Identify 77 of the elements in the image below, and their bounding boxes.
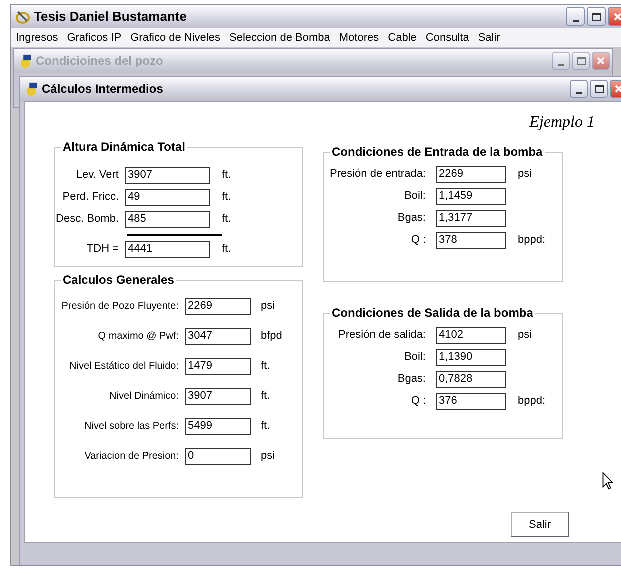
input-field[interactable]: 5499	[185, 418, 251, 434]
window-title: Condicioines del pozo	[36, 54, 164, 68]
unit-label: psi	[518, 329, 532, 341]
input-field[interactable]: 3047	[185, 328, 251, 344]
close-icon	[612, 12, 621, 22]
input-field[interactable]: 3907	[125, 166, 210, 184]
input-field[interactable]: 378	[436, 232, 506, 248]
field-label: Nivel Dinámico:	[108, 390, 180, 402]
form-icon	[18, 54, 33, 68]
field-label: Variacion de Presion:	[84, 450, 180, 462]
field-label: Presión de entrada:	[328, 168, 427, 180]
input-field[interactable]: 1479	[185, 358, 251, 374]
input-field[interactable]: 0,7828	[436, 370, 506, 388]
group-title: Condiciones de Salida de la bomba	[331, 306, 534, 320]
field-label: Bgas:	[396, 212, 427, 224]
menu-item[interactable]: Salir	[478, 32, 500, 44]
unit-label: ft.	[261, 390, 270, 402]
group-title: Condiciones de Entrada de la bomba	[331, 145, 544, 159]
unit-label: ft.	[222, 243, 232, 255]
input-field[interactable]: 0	[185, 448, 251, 464]
group-title: Calculos Generales	[62, 273, 176, 287]
unit-label: bppd:	[518, 234, 546, 246]
input-field[interactable]: 49	[125, 188, 210, 206]
minimize-button[interactable]	[566, 7, 585, 26]
input-field[interactable]: 1,1390	[436, 348, 506, 366]
window-title: Cálculos Intermedios	[42, 82, 164, 96]
input-field[interactable]: 2269	[436, 166, 506, 182]
window-title: Tesis Daniel Bustamante	[34, 9, 187, 24]
unit-label: ft.	[222, 169, 232, 181]
field-label: TDH =	[86, 243, 120, 255]
menu-item[interactable]: Ingresos	[16, 32, 58, 44]
group-title: Altura Dinámica Total	[62, 140, 186, 154]
field-label: Boil:	[404, 190, 427, 202]
unit-label: bppd:	[518, 395, 546, 407]
input-field[interactable]: 3907	[185, 388, 251, 404]
field-label: Boil:	[404, 351, 427, 363]
maximize-button[interactable]	[587, 7, 606, 26]
menu-item[interactable]: Consulta	[426, 32, 470, 44]
menu-item[interactable]: Motores	[339, 32, 380, 44]
input-field[interactable]: 1,1459	[436, 188, 506, 204]
field-label: Q maximo @ Pwf:	[97, 330, 180, 342]
unit-label: ft.	[222, 191, 232, 203]
minimize-button[interactable]	[570, 80, 588, 98]
field-label: Lev. Vert	[75, 169, 120, 181]
field-label: Perd. Fricc.	[62, 191, 120, 203]
unit-label: ft.	[261, 360, 270, 372]
form-icon	[24, 82, 39, 96]
unit-label: psi	[518, 168, 532, 180]
unit-label: ft.	[222, 213, 232, 225]
unit-label: psi	[261, 450, 276, 462]
field-label: Desc. Bomb.	[55, 213, 120, 225]
menu-item[interactable]: Graficos IP	[67, 32, 122, 44]
menu-item[interactable]: Cable	[388, 32, 417, 44]
exit-button[interactable]: Salir	[511, 512, 569, 537]
unit-label: psi	[261, 300, 276, 312]
input-field[interactable]: 4102	[436, 326, 506, 344]
input-field[interactable]: 485	[125, 210, 210, 228]
menu-item[interactable]: Grafico de Niveles	[130, 32, 220, 44]
example-label: Ejemplo 1	[530, 114, 595, 132]
menu-item[interactable]: Seleccion de Bomba	[229, 32, 330, 44]
close-icon	[614, 84, 621, 94]
input-field[interactable]: 376	[436, 392, 506, 410]
maximize-button[interactable]	[590, 80, 608, 98]
field-label: Nivel sobre las Perfs:	[84, 420, 180, 432]
pointer-icon	[602, 472, 614, 491]
field-label: Presión de salida:	[338, 329, 427, 341]
field-label: Q :	[410, 395, 427, 407]
unit-label: ft.	[261, 420, 270, 432]
field-label: Nivel Estático del Fluido:	[68, 360, 180, 372]
input-field[interactable]: 2269	[185, 298, 251, 314]
close-icon	[596, 56, 606, 66]
field-label: Q :	[410, 234, 427, 246]
unit-label: bfpd	[261, 330, 282, 342]
field-label: Bgas:	[396, 373, 427, 385]
input-field[interactable]: 1,3177	[436, 210, 506, 226]
input-field[interactable]: 4441	[125, 240, 210, 258]
field-label: Presión de Pozo Fluyente:	[60, 300, 180, 312]
